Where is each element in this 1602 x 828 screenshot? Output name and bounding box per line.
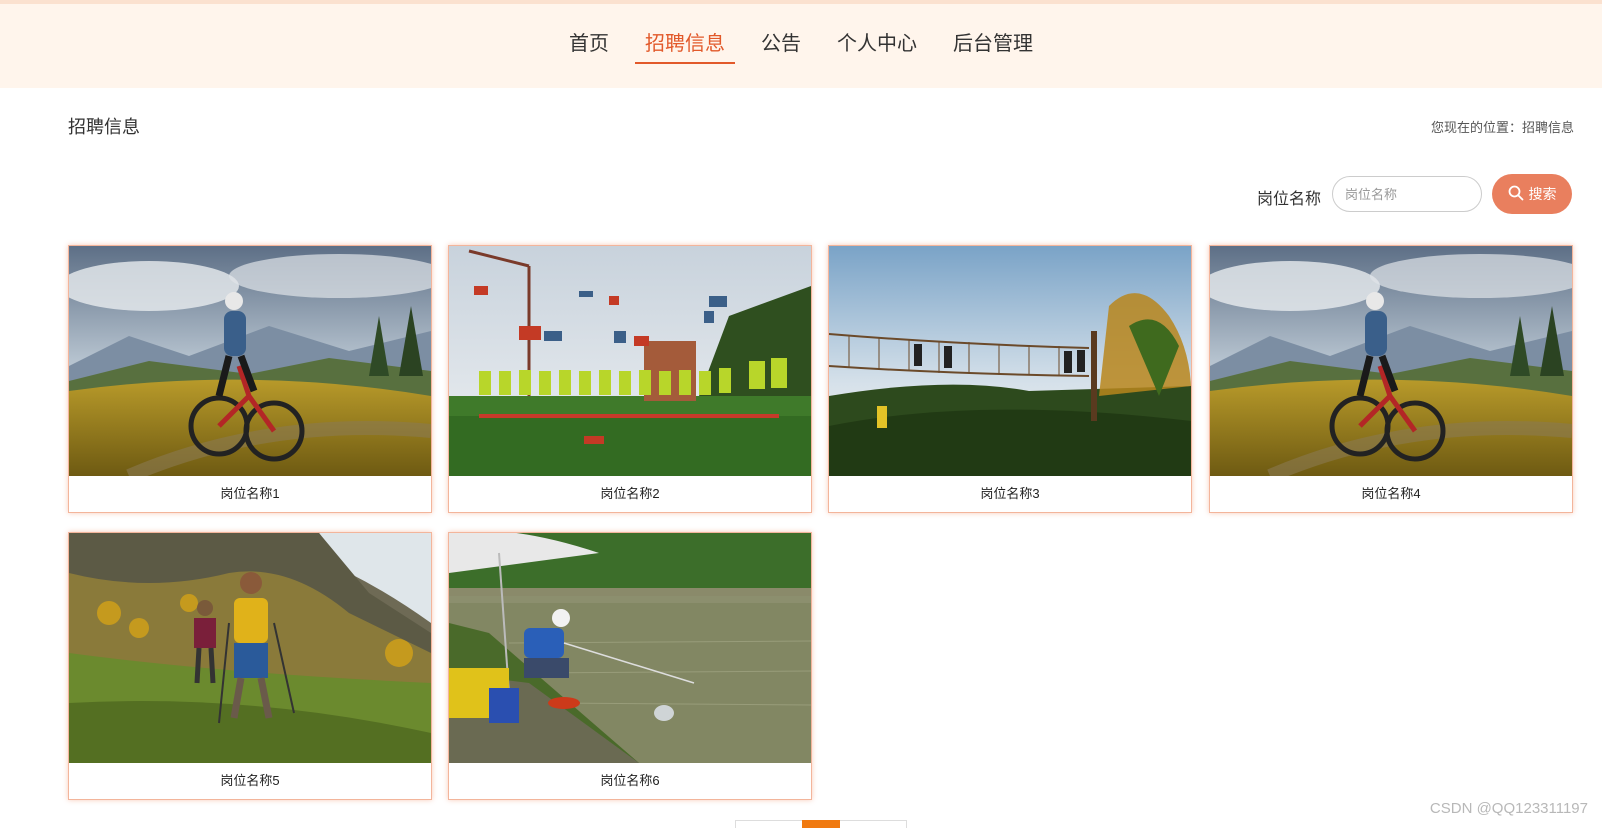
job-card-title: 岗位名称6 — [600, 773, 660, 788]
job-card-2[interactable]: 岗位名称2 — [448, 245, 812, 513]
page-title: 招聘信息 — [68, 117, 140, 137]
job-card-title: 岗位名称2 — [600, 486, 660, 501]
watermark-text: CSDN @QQ123311197 — [1429, 800, 1588, 817]
main-nav: 首页 招聘信息 公告 个人中心 后台管理 — [0, 26, 1602, 66]
search-button-label: 搜索 — [1528, 186, 1557, 202]
job-card-title: 岗位名称1 — [220, 486, 280, 501]
mountain-biker-photo — [69, 246, 431, 476]
top-header: 首页 招聘信息 公告 个人中心 后台管理 — [0, 0, 1602, 88]
fishing-pond-photo — [449, 533, 811, 763]
rope-course-photo — [829, 246, 1191, 476]
job-card-1[interactable]: 岗位名称1 — [68, 245, 432, 513]
job-card-title: 岗位名称4 — [1361, 486, 1421, 501]
mountain-biker-photo — [1210, 246, 1572, 476]
nav-announcements[interactable]: 公告 — [751, 26, 811, 64]
nav-home[interactable]: 首页 — [559, 26, 619, 64]
job-card-title: 岗位名称5 — [220, 773, 280, 788]
job-card-6[interactable]: 岗位名称6 — [448, 532, 812, 800]
search-input[interactable] — [1332, 176, 1482, 212]
job-card-title: 岗位名称3 — [980, 486, 1040, 501]
hikers-photo — [69, 533, 431, 763]
team-building-group-photo — [449, 246, 811, 476]
nav-admin[interactable]: 后台管理 — [943, 26, 1043, 64]
nav-recruitment[interactable]: 招聘信息 — [635, 26, 735, 64]
search-label: 岗位名称 — [1257, 191, 1322, 208]
pagination-current-page[interactable] — [802, 820, 840, 828]
breadcrumb: 您现在的位置：招聘信息 — [1430, 120, 1574, 135]
job-card-4[interactable]: 岗位名称4 — [1209, 245, 1573, 513]
nav-personal-center[interactable]: 个人中心 — [827, 26, 927, 64]
job-card-5[interactable]: 岗位名称5 — [68, 532, 432, 800]
job-card-3[interactable]: 岗位名称3 — [828, 245, 1192, 513]
pagination[interactable] — [735, 820, 907, 828]
search-icon — [1508, 185, 1524, 204]
search-button[interactable]: 搜索 — [1492, 174, 1572, 214]
